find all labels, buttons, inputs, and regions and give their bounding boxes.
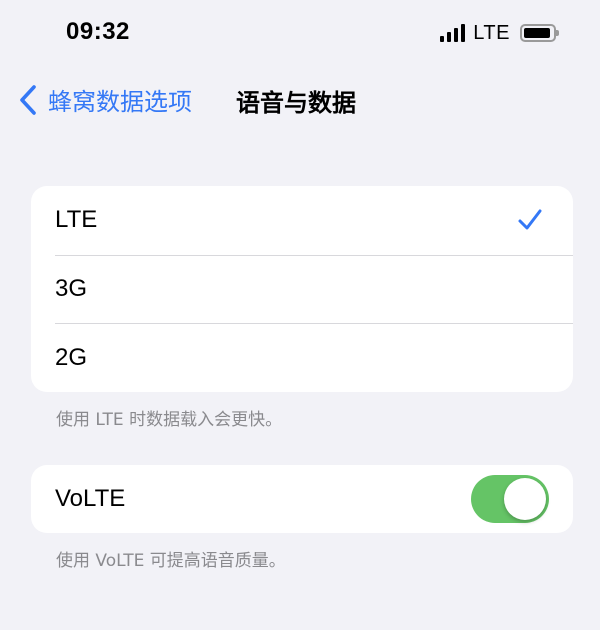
navigation-bar: 蜂窝数据选项 语音与数据	[0, 70, 600, 128]
back-button[interactable]: 蜂窝数据选项	[16, 82, 192, 117]
chevron-left-icon	[20, 84, 36, 115]
checkmark-icon	[518, 209, 542, 230]
volte-label: VoLTE	[55, 485, 126, 512]
status-indicators: LTE	[440, 21, 559, 44]
volte-note: 使用 VoLTE 可提高语音质量。	[56, 551, 286, 571]
page-title: 语音与数据	[236, 89, 356, 117]
option-3g[interactable]: 3G	[31, 254, 573, 324]
back-button-label: 蜂窝数据选项	[48, 88, 192, 116]
volte-row: VoLTE	[31, 465, 573, 533]
toggle-knob	[504, 478, 546, 520]
option-label: 2G	[55, 343, 88, 371]
option-label: 3G	[55, 274, 88, 302]
network-options-note: 使用 LTE 时数据载入会更快。	[56, 410, 283, 430]
cellular-signal-icon	[440, 24, 466, 42]
status-time: 09:32	[66, 18, 130, 45]
option-2g[interactable]: 2G	[31, 323, 573, 392]
battery-icon	[520, 24, 559, 42]
volte-group: VoLTE	[31, 465, 573, 533]
option-lte[interactable]: LTE	[31, 186, 573, 255]
network-type-label: LTE	[473, 21, 510, 44]
status-bar: 09:32 LTE	[0, 0, 600, 64]
volte-toggle[interactable]	[471, 475, 549, 523]
network-options-group: LTE 3G 2G	[31, 186, 573, 392]
option-label: LTE	[55, 206, 98, 234]
